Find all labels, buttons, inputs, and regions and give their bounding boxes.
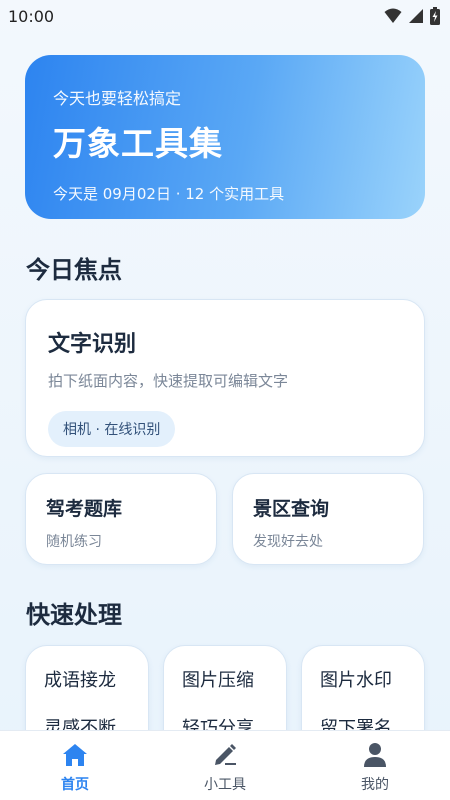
hero-meta: 今天是 09月02日 · 12 个实用工具 xyxy=(53,185,285,203)
tool-name: 图片水印 xyxy=(320,670,392,691)
quick-section-title: 快速处理 xyxy=(26,601,122,629)
nav-label: 首页 xyxy=(61,777,89,793)
focus-section-title: 今日焦点 xyxy=(26,256,122,284)
feature-title: 文字识别 xyxy=(48,332,137,357)
nav-label: 小工具 xyxy=(204,777,246,793)
home-icon xyxy=(62,741,88,769)
tool-name: 图片压缩 xyxy=(182,670,254,691)
hero-subtitle: 今天也要轻松搞定 xyxy=(53,89,182,108)
card-scenic-search[interactable]: 景区查询 发现好去处 xyxy=(232,473,424,565)
hero-banner: 今天也要轻松搞定 万象工具集 今天是 09月02日 · 12 个实用工具 xyxy=(25,55,425,219)
nav-item-home[interactable]: 首页 xyxy=(15,741,135,794)
bottom-nav: 首页 小工具 我的 xyxy=(0,730,450,800)
person-icon xyxy=(363,741,387,769)
feature-card-ocr[interactable]: 文字识别 拍下纸面内容，快速提取可编辑文字 相机 · 在线识别 xyxy=(25,299,425,457)
hero-title: 万象工具集 xyxy=(53,124,223,163)
pencil-icon xyxy=(212,741,238,769)
battery-icon xyxy=(430,7,440,25)
card-desc: 发现好去处 xyxy=(253,534,323,550)
nav-item-profile[interactable]: 我的 xyxy=(315,741,435,794)
status-bar: 10:00 xyxy=(0,0,450,32)
feature-tag: 相机 · 在线识别 xyxy=(48,411,176,447)
wifi-icon xyxy=(384,8,402,23)
card-desc: 随机练习 xyxy=(46,534,102,550)
nav-label: 我的 xyxy=(361,777,389,793)
card-driving-quiz[interactable]: 驾考题库 随机练习 xyxy=(25,473,217,565)
status-time: 10:00 xyxy=(8,6,55,26)
feature-desc: 拍下纸面内容，快速提取可编辑文字 xyxy=(48,372,289,390)
card-title: 驾考题库 xyxy=(46,498,123,520)
tool-name: 成语接龙 xyxy=(44,670,116,691)
card-title: 景区查询 xyxy=(253,498,330,520)
signal-icon xyxy=(409,9,423,23)
nav-item-tools[interactable]: 小工具 xyxy=(165,741,285,794)
status-icons xyxy=(384,7,440,25)
